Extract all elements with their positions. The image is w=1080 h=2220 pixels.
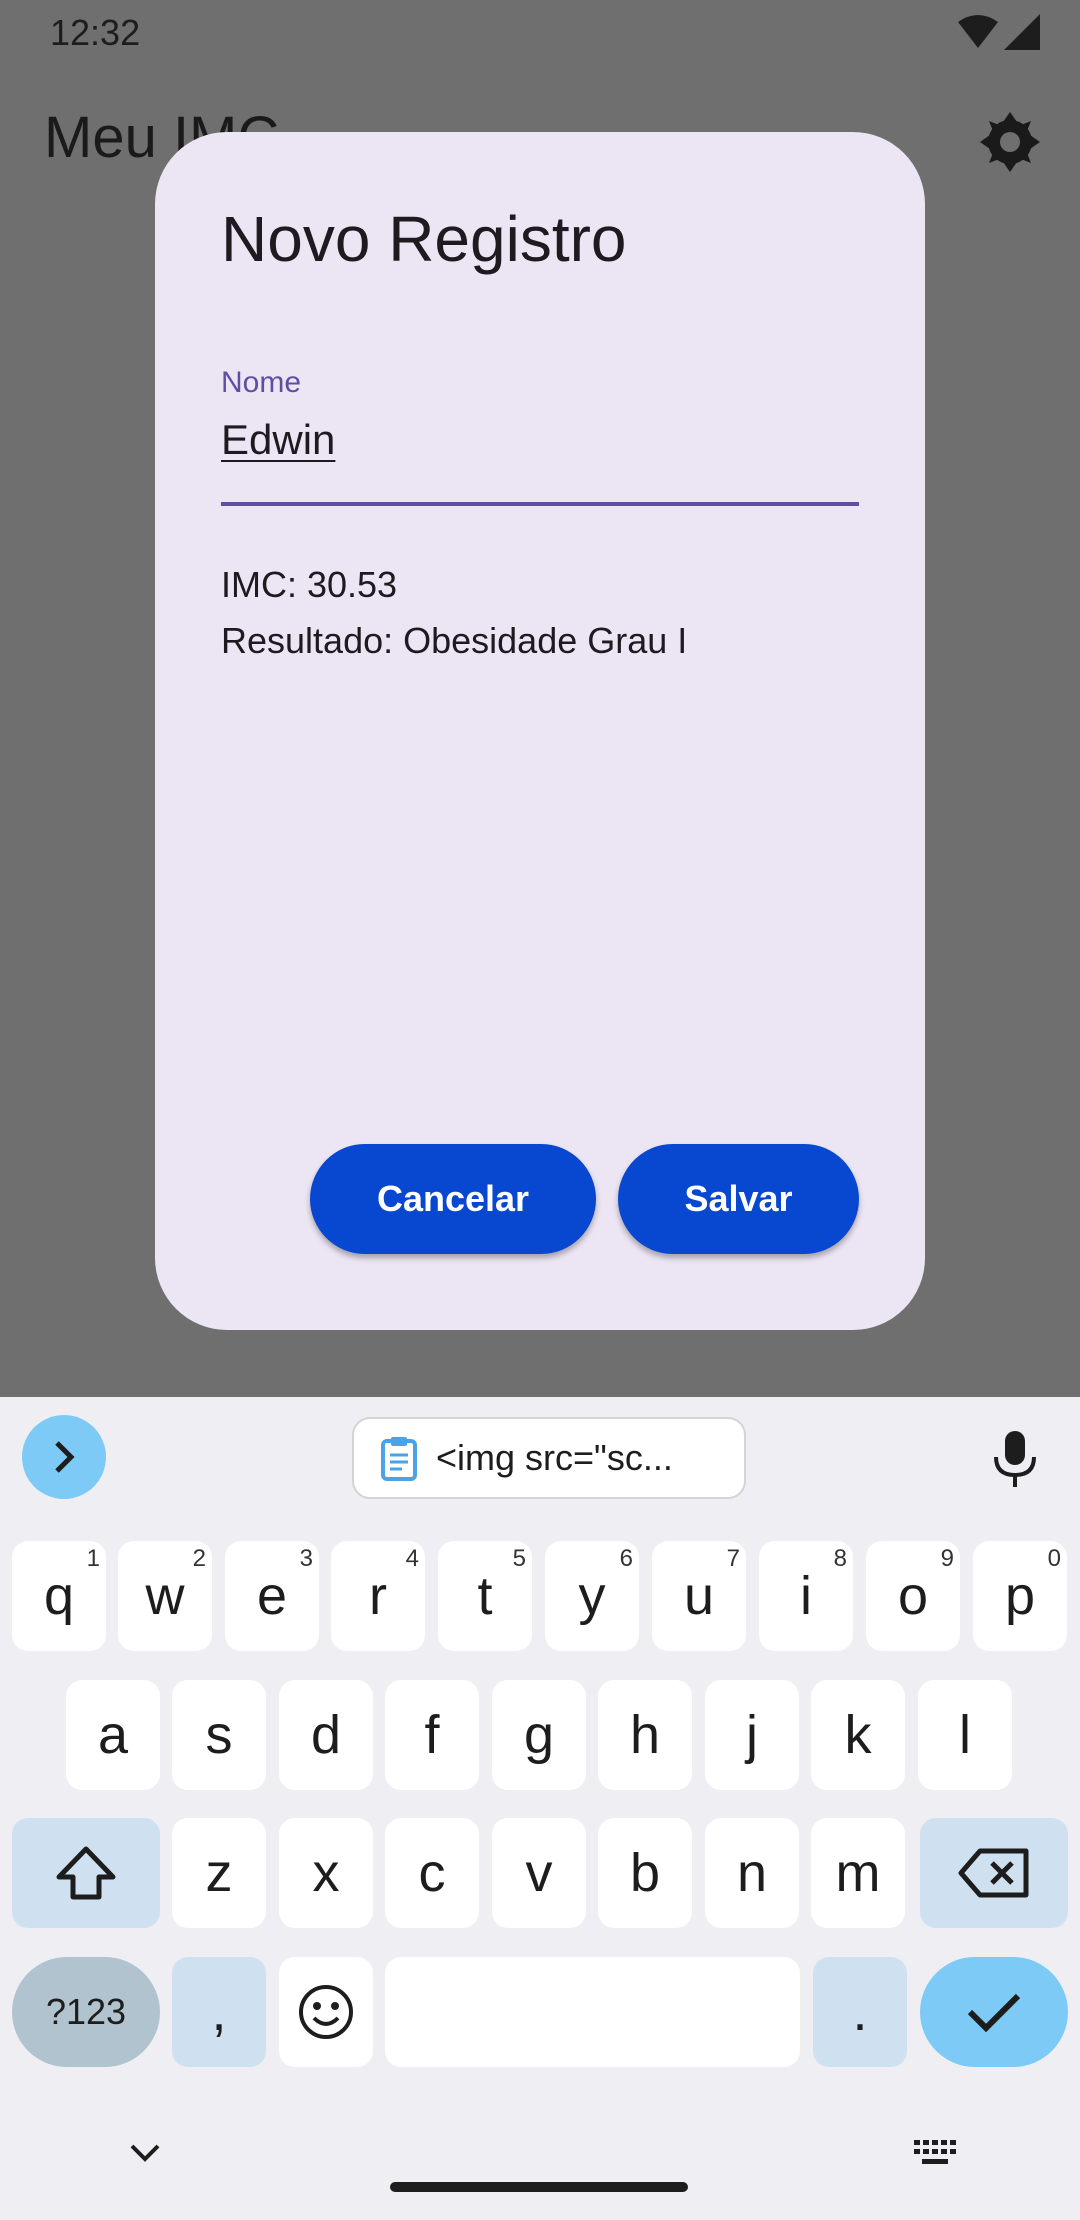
key-hint: 3 [299, 1545, 313, 1572]
key-hint: 5 [512, 1545, 526, 1572]
checkmark-icon [967, 1993, 1021, 2033]
key-u[interactable]: u7 [652, 1541, 746, 1651]
key-h[interactable]: h [598, 1680, 692, 1790]
name-field-label: Nome [221, 366, 302, 399]
key-d[interactable]: d [279, 1680, 373, 1790]
new-record-dialog: Novo Registro Nome Edwin IMC: 30.53 Resu… [155, 132, 925, 1330]
key-s[interactable]: s [172, 1680, 266, 1790]
key-f[interactable]: f [385, 1680, 479, 1790]
microphone-icon[interactable] [990, 1429, 1040, 1489]
key-j[interactable]: j [705, 1680, 799, 1790]
shift-key[interactable] [12, 1818, 160, 1928]
key-z[interactable]: z [172, 1818, 266, 1928]
key-a[interactable]: a [66, 1680, 160, 1790]
expand-toolbar-button[interactable] [22, 1415, 106, 1499]
key-p[interactable]: p0 [973, 1541, 1067, 1651]
key-label: i [800, 1566, 812, 1626]
key-label: u [683, 1566, 715, 1626]
soft-keyboard: <img src="sc... [0, 1397, 1080, 2220]
key-label: e [256, 1566, 288, 1626]
key-v[interactable]: v [492, 1818, 586, 1928]
key-k[interactable]: k [811, 1680, 905, 1790]
key-hint: 2 [192, 1545, 206, 1572]
key-m[interactable]: m [811, 1818, 905, 1928]
status-time: 12:32 [50, 12, 141, 53]
settings-icon[interactable] [980, 112, 1040, 172]
dialog-title: Novo Registro [221, 203, 627, 275]
key-label: w [145, 1566, 185, 1626]
space-key[interactable] [385, 1957, 800, 2067]
wifi-icon [958, 15, 998, 48]
emoji-key[interactable] [279, 1957, 373, 2067]
key-o[interactable]: o9 [866, 1541, 960, 1651]
clipboard-icon [381, 1437, 417, 1481]
key-b[interactable]: b [598, 1818, 692, 1928]
comma-key[interactable]: , [172, 1957, 266, 2067]
status-bar: 12:32 [0, 0, 1080, 68]
key-x[interactable]: x [279, 1818, 373, 1928]
key-hint: 4 [405, 1545, 419, 1572]
key-l[interactable]: l [918, 1680, 1012, 1790]
chevron-right-icon [55, 1441, 75, 1473]
name-field[interactable]: Edwin [221, 416, 335, 464]
done-key[interactable] [920, 1957, 1068, 2067]
cancel-button[interactable]: Cancelar [310, 1144, 596, 1254]
key-hint: 6 [619, 1545, 633, 1572]
symbols-key[interactable]: ?123 [12, 1957, 160, 2067]
clipboard-text: <img src="sc... [436, 1437, 673, 1478]
key-label: o [897, 1566, 929, 1626]
key-label: r [369, 1566, 387, 1626]
key-w[interactable]: w2 [118, 1541, 212, 1651]
key-q[interactable]: q1 [12, 1541, 106, 1651]
key-n[interactable]: n [705, 1818, 799, 1928]
clipboard-suggestion[interactable]: <img src="sc... [352, 1417, 746, 1499]
key-hint: 7 [726, 1545, 740, 1572]
key-e[interactable]: e3 [225, 1541, 319, 1651]
imc-result: Resultado: Obesidade Grau I [221, 620, 688, 661]
save-button[interactable]: Salvar [618, 1144, 859, 1254]
key-label: p [1004, 1566, 1036, 1626]
backspace-key[interactable] [920, 1818, 1068, 1928]
key-t[interactable]: t5 [438, 1541, 532, 1651]
hide-keyboard-icon[interactable] [128, 2140, 162, 2164]
key-hint: 0 [1047, 1545, 1061, 1572]
key-hint: 9 [940, 1545, 954, 1572]
signal-icon [1004, 14, 1040, 50]
key-label: q [43, 1566, 75, 1626]
keyboard-switch-icon[interactable] [912, 2138, 958, 2168]
key-g[interactable]: g [492, 1680, 586, 1790]
key-r[interactable]: r4 [331, 1541, 425, 1651]
key-i[interactable]: i8 [759, 1541, 853, 1651]
key-hint: 8 [833, 1545, 847, 1572]
key-label: t [477, 1566, 493, 1626]
key-c[interactable]: c [385, 1818, 479, 1928]
key-hint: 1 [86, 1545, 100, 1572]
key-y[interactable]: y6 [545, 1541, 639, 1651]
home-indicator[interactable] [390, 2182, 688, 2192]
emoji-icon [299, 1985, 353, 2039]
name-field-underline [221, 502, 859, 506]
status-icons [958, 14, 1040, 50]
imc-value: IMC: 30.53 [221, 564, 398, 605]
backspace-icon [958, 1848, 1029, 1898]
key-label: y [578, 1566, 606, 1626]
shift-icon [56, 1846, 116, 1900]
period-key[interactable]: . [813, 1957, 907, 2067]
